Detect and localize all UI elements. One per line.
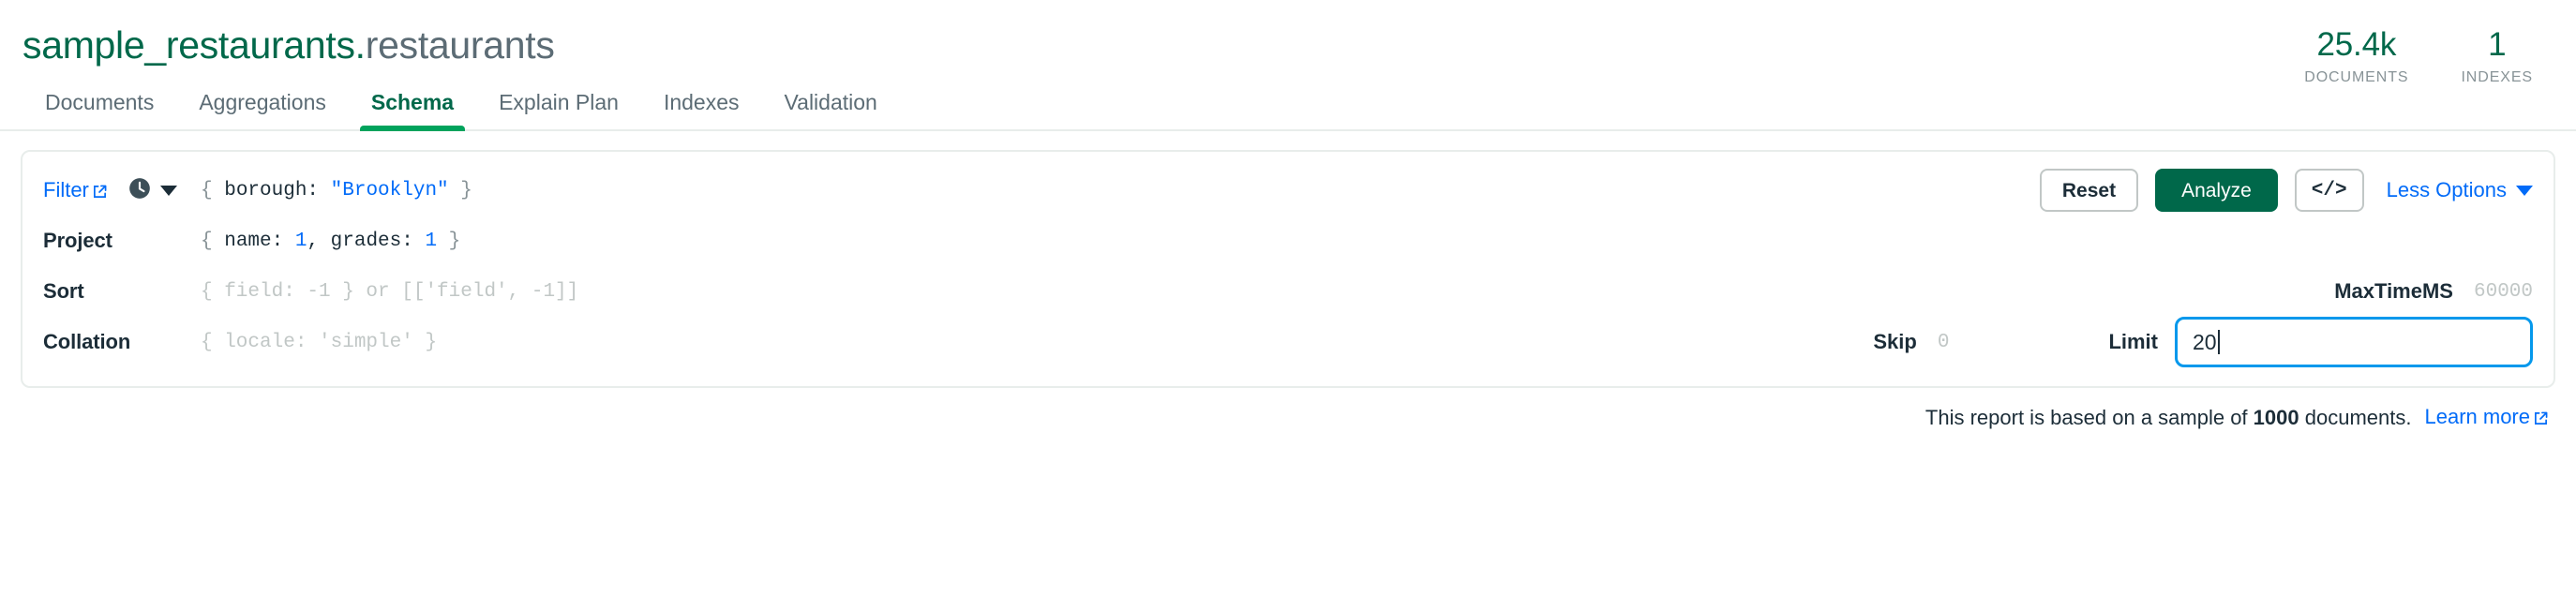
sample-note-prefix: This report is based on a sample of <box>1925 406 2248 429</box>
page-title: sample_restaurants.restaurants <box>22 26 555 65</box>
reset-button[interactable]: Reset <box>2039 169 2139 212</box>
filter-header: Filter <box>43 176 184 205</box>
sort-placeholder: { field: -1 } or [['field', -1]] <box>201 280 579 303</box>
tab-aggregations[interactable]: Aggregations <box>176 92 349 129</box>
external-link-icon <box>93 180 107 198</box>
clock-icon <box>127 176 152 205</box>
limit-label: Limit <box>2108 330 2158 353</box>
query-history-button[interactable] <box>127 176 177 205</box>
analyze-button[interactable]: Analyze <box>2155 169 2278 212</box>
chevron-down-icon <box>159 185 177 196</box>
filter-value: "Brooklyn" <box>330 179 449 201</box>
namespace-separator: . <box>354 23 366 67</box>
limit-input-value: 20 <box>2193 329 2217 354</box>
skip-input[interactable]: 0 <box>1917 332 1950 353</box>
filter-docs-link[interactable]: Filter <box>43 178 107 202</box>
collation-input[interactable]: { locale: 'simple' } <box>184 332 1873 353</box>
tab-schema[interactable]: Schema <box>349 92 476 131</box>
query-row-filter: Filter {borough: "Brooklyn"} Reset Ana… <box>43 165 2533 216</box>
tab-indexes[interactable]: Indexes <box>641 92 762 129</box>
skip-group: Skip 0 <box>1873 330 1949 354</box>
tab-validation[interactable]: Validation <box>762 92 900 129</box>
sample-size: 1000 <box>2253 406 2299 429</box>
filter-open-brace: { <box>201 179 213 201</box>
filter-label: Filter <box>43 178 89 201</box>
export-to-language-icon-button[interactable]: </> <box>2294 169 2364 212</box>
collection-tabs: Documents Aggregations Schema Explain Pl… <box>0 73 2576 131</box>
learn-more-label: Learn more <box>2424 405 2530 428</box>
filter-input[interactable]: { borough: "Brooklyn" } <box>184 180 2021 201</box>
project-num1: 1 <box>294 230 307 252</box>
learn-more-link[interactable]: Learn more <box>2424 405 2548 431</box>
sort-label: Sort <box>43 279 84 303</box>
external-link-icon <box>2534 407 2548 431</box>
tab-documents[interactable]: Documents <box>22 92 176 129</box>
project-input[interactable]: { name: 1, grades: 1 } <box>184 231 2533 252</box>
project-seg1: name: <box>212 230 295 252</box>
maxtimems-label: MaxTimeMS <box>2334 279 2453 303</box>
project-close-brace: } <box>437 230 461 252</box>
namespace-database: sample_restaurants <box>22 23 355 67</box>
indexes-count-value: 1 <box>2488 26 2507 63</box>
limit-group: Limit 20 <box>2108 317 2533 367</box>
filter-key: borough: <box>212 179 331 201</box>
sort-input[interactable]: { field: -1 } or [['field', -1]] <box>184 281 2334 303</box>
chevron-down-icon <box>2516 185 2533 196</box>
collation-label: Collation <box>43 330 131 353</box>
limit-input[interactable]: 20 <box>2175 317 2533 367</box>
tab-explain-plan[interactable]: Explain Plan <box>476 92 641 129</box>
query-bar: Filter {borough: "Brooklyn"} Reset Ana… <box>21 150 2555 388</box>
filter-close-brace: } <box>448 179 472 201</box>
project-num2: 1 <box>425 230 438 252</box>
sample-note-suffix: documents. <box>2304 406 2412 429</box>
query-row-project: Project { name: 1, grades: 1 } <box>43 216 2533 266</box>
query-actions: Reset Analyze </> Less Options <box>2021 169 2533 212</box>
project-label: Project <box>43 229 112 252</box>
sample-note-text: This report is based on a sample of 1000… <box>1925 406 2412 430</box>
toggle-options-label: Less Options <box>2386 178 2507 201</box>
documents-count-value: 25.4k <box>2316 26 2397 63</box>
query-row-collation: Collation { locale: 'simple' } Skip 0 Li… <box>43 317 2533 367</box>
toggle-options-link[interactable]: Less Options <box>2381 178 2533 202</box>
maxtimems-group: MaxTimeMS 60000 <box>2334 279 2533 304</box>
sample-note: This report is based on a sample of 1000… <box>0 388 2576 431</box>
collation-placeholder: { locale: 'simple' } <box>201 331 438 353</box>
namespace-collection: restaurants <box>365 23 555 67</box>
query-row-sort: Sort { field: -1 } or [['field', -1]] Ma… <box>43 266 2533 317</box>
maxtimems-input[interactable]: 60000 <box>2453 281 2533 303</box>
skip-label: Skip <box>1873 330 1917 353</box>
project-seg2: , grades: <box>307 230 426 252</box>
project-open-brace: { <box>201 230 213 252</box>
collection-header: sample_restaurants.restaurants 25.4k DOC… <box>0 0 2576 85</box>
text-cursor <box>2217 330 2220 354</box>
